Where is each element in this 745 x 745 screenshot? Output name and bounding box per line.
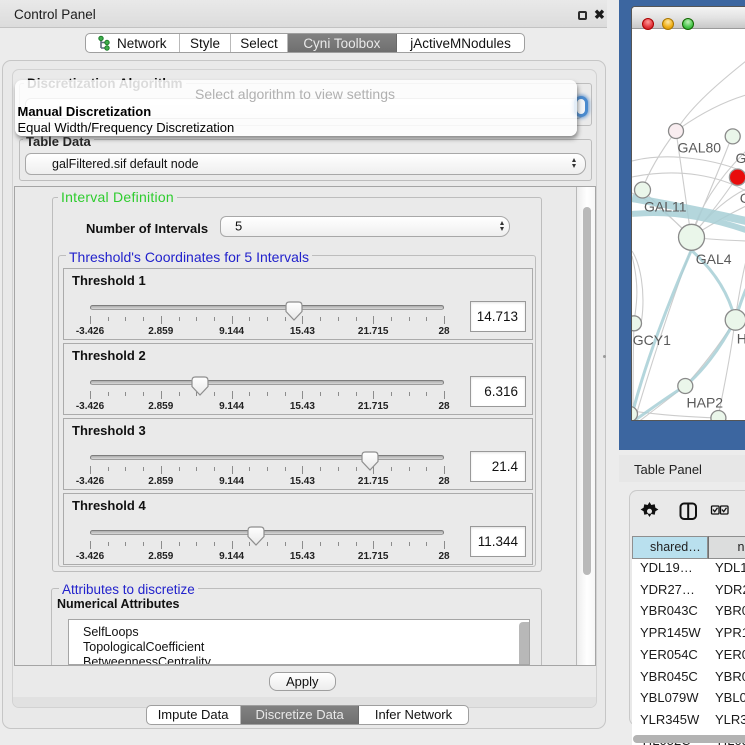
svg-text:GAL4: GAL4 xyxy=(696,251,732,267)
svg-text:H: H xyxy=(737,331,745,347)
svg-text:C: C xyxy=(740,190,745,206)
svg-text:HAP2: HAP2 xyxy=(687,395,724,411)
svg-text:GAL11: GAL11 xyxy=(644,199,687,215)
svg-text:GCY1: GCY1 xyxy=(633,332,671,348)
svg-text:GAL80: GAL80 xyxy=(678,140,722,156)
svg-text:GA: GA xyxy=(736,150,745,166)
